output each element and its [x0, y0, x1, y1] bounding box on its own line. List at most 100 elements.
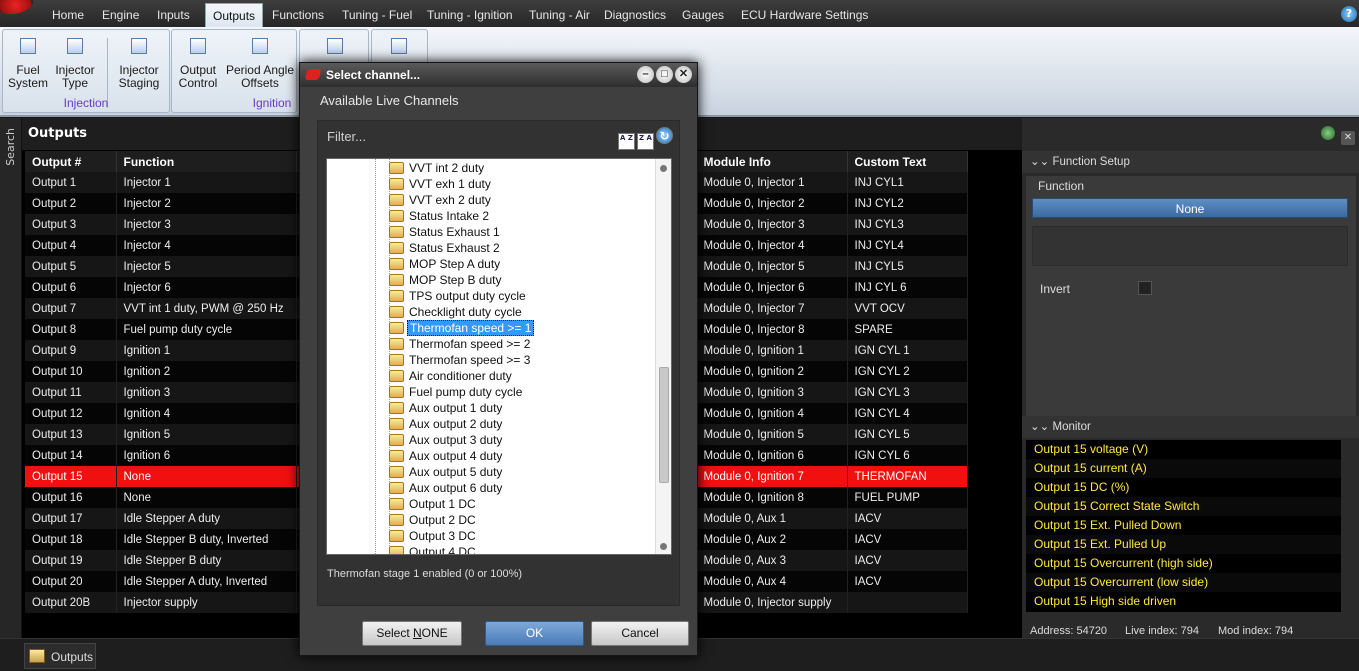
cell-module-info: Module 0, Aux 4 [696, 571, 848, 592]
tree-guide-line [375, 159, 376, 554]
column-header-module-info[interactable]: Module Info [696, 151, 848, 172]
minimize-icon[interactable]: – [637, 66, 654, 83]
cancel-button[interactable]: Cancel [591, 621, 689, 646]
channel-item-label: Thermofan speed >= 2 [409, 337, 531, 351]
menu-tab-outputs[interactable]: Outputs [205, 3, 264, 27]
channel-item[interactable]: Thermofan speed >= 1 [389, 320, 535, 336]
channel-item[interactable]: VVT int 2 duty [389, 160, 486, 176]
app-logo-icon[interactable] [0, 0, 34, 14]
channel-item[interactable]: Output 2 DC [389, 512, 478, 528]
channel-item[interactable]: TPS output duty cycle [389, 288, 528, 304]
sort-za-icon[interactable]: Z A [637, 133, 654, 150]
panel-status-icon[interactable] [1321, 126, 1335, 140]
maximize-icon[interactable]: □ [656, 66, 673, 83]
channel-item[interactable]: VVT exh 2 duty [389, 192, 493, 208]
column-header-custom-text[interactable]: Custom Text [847, 151, 968, 172]
invert-checkbox[interactable] [1138, 281, 1152, 295]
monitor-item[interactable]: Output 15 DC (%) [1026, 478, 1341, 497]
menu-tab-home[interactable]: Home [45, 3, 91, 27]
period-angle-offsets-button[interactable]: Period Angle Offsets [224, 38, 296, 90]
dialog-title-bar[interactable]: Select channel... – □ ✕ [300, 63, 697, 87]
channel-item[interactable]: Aux output 1 duty [389, 400, 504, 416]
injector-type-button[interactable]: Injector Type [51, 38, 99, 90]
chevron-down-icon: ⌄⌄ [1030, 421, 1050, 433]
menu-tab-ecu-hardware-settings[interactable]: ECU Hardware Settings [734, 3, 875, 27]
channel-item[interactable]: Status Intake 2 [389, 208, 491, 224]
search-side-tab[interactable]: Search [0, 118, 22, 638]
menu-tab-functions[interactable]: Functions [265, 3, 331, 27]
cell-module-info: Module 0, Injector supply [696, 592, 848, 613]
channel-item[interactable]: Fuel pump duty cycle [389, 384, 524, 400]
monitor-item[interactable]: Output 15 Overcurrent (high side) [1026, 554, 1341, 573]
channel-item[interactable]: Output 1 DC [389, 496, 478, 512]
help-icon[interactable]: ? [1341, 6, 1357, 22]
monitor-item[interactable]: Output 15 Ext. Pulled Up [1026, 535, 1341, 554]
function-setup-header[interactable]: ⌄⌄ Function Setup [1022, 151, 1359, 173]
monitor-header[interactable]: ⌄⌄ Monitor [1022, 416, 1359, 438]
channel-item[interactable]: Aux output 3 duty [389, 432, 504, 448]
cell-module-info: Module 0, Injector 1 [696, 172, 848, 193]
channel-item[interactable]: Status Exhaust 1 [389, 224, 502, 240]
channel-item-label: Aux output 6 duty [409, 481, 503, 495]
channel-item-label: Aux output 5 duty [409, 465, 503, 479]
cell-output: Output 6 [25, 277, 117, 298]
channel-item[interactable]: Air conditioner duty [389, 368, 514, 384]
column-header-output[interactable]: Output # [25, 151, 117, 172]
cell-function: Ignition 2 [116, 361, 297, 382]
cell-module-info: Module 0, Injector 6 [696, 277, 848, 298]
menu-tab-diagnostics[interactable]: Diagnostics [597, 3, 673, 27]
monitor-item[interactable]: Output 15 current (A) [1026, 459, 1341, 478]
channel-item-label: Output 1 DC [409, 497, 476, 511]
monitor-item[interactable]: Output 15 voltage (V) [1026, 440, 1341, 459]
monitor-item[interactable]: Output 15 High side driven [1026, 592, 1341, 611]
cell-function: Injector 3 [116, 214, 297, 235]
channel-item[interactable]: VVT exh 1 duty [389, 176, 493, 192]
menu-tab-gauges[interactable]: Gauges [675, 3, 731, 27]
channel-item[interactable]: MOP Step A duty [389, 256, 502, 272]
close-icon[interactable]: ✕ [1341, 131, 1355, 145]
channel-item-label: Output 2 DC [409, 513, 476, 527]
channel-item[interactable]: Aux output 6 duty [389, 480, 504, 496]
monitor-item[interactable]: Output 15 Overcurrent (low side) [1026, 573, 1341, 592]
channel-item[interactable]: Aux output 4 duty [389, 448, 504, 464]
channel-item-label: Thermofan speed >= 1 [407, 320, 535, 336]
column-header-function[interactable]: Function [116, 151, 297, 172]
ribbon-button-3[interactable] [327, 38, 343, 64]
channel-item[interactable]: Status Exhaust 2 [389, 240, 502, 256]
scroll-thumb[interactable] [659, 367, 669, 483]
menu-tab-tuning-air[interactable]: Tuning - Air [522, 3, 597, 27]
ok-button[interactable]: OK [485, 621, 584, 646]
cell-custom-text: INJ CYL2 [847, 193, 968, 214]
tab-outputs[interactable]: Outputs [24, 643, 96, 669]
channel-item[interactable]: Output 4 DC [389, 544, 478, 554]
filter-input[interactable]: Filter... [327, 129, 366, 144]
tree-scrollbar[interactable] [655, 159, 671, 554]
scroll-down-icon[interactable] [660, 543, 667, 550]
menu-tab-tuning-ignition[interactable]: Tuning - Ignition [420, 3, 520, 27]
ribbon-button-4[interactable] [391, 38, 407, 64]
channel-item[interactable]: Thermofan speed >= 3 [389, 352, 532, 368]
channel-item[interactable]: Aux output 5 duty [389, 464, 504, 480]
function-select-button[interactable]: None [1032, 198, 1348, 218]
channel-item[interactable]: Aux output 2 duty [389, 416, 504, 432]
injector-staging-button[interactable]: Injector Staging [113, 38, 165, 90]
fuel-system-button[interactable]: Fuel System [7, 38, 49, 90]
channel-item[interactable]: MOP Step B duty [389, 272, 504, 288]
channel-item[interactable]: Checklight duty cycle [389, 304, 524, 320]
refresh-icon[interactable]: ↻ [656, 127, 673, 144]
monitor-item[interactable]: Output 15 Correct State Switch [1026, 497, 1341, 516]
close-icon[interactable]: ✕ [675, 66, 692, 83]
sort-az-icon[interactable]: A Z [618, 133, 635, 150]
menu-tab-inputs[interactable]: Inputs [150, 3, 197, 27]
cell-custom-text: IGN CYL 5 [847, 424, 968, 445]
cell-function: Ignition 5 [116, 424, 297, 445]
monitor-item[interactable]: Output 15 Ext. Pulled Down [1026, 516, 1341, 535]
select-none-button[interactable]: Select NONE [362, 621, 462, 646]
sort-tools: A ZZ A ↻ [616, 127, 673, 150]
output-control-button[interactable]: Output Control [176, 38, 220, 90]
menu-tab-tuning-fuel[interactable]: Tuning - Fuel [335, 3, 419, 27]
scroll-up-icon[interactable] [660, 165, 667, 172]
channel-item[interactable]: Output 3 DC [389, 528, 478, 544]
menu-tab-engine[interactable]: Engine [95, 3, 146, 27]
channel-item[interactable]: Thermofan speed >= 2 [389, 336, 532, 352]
